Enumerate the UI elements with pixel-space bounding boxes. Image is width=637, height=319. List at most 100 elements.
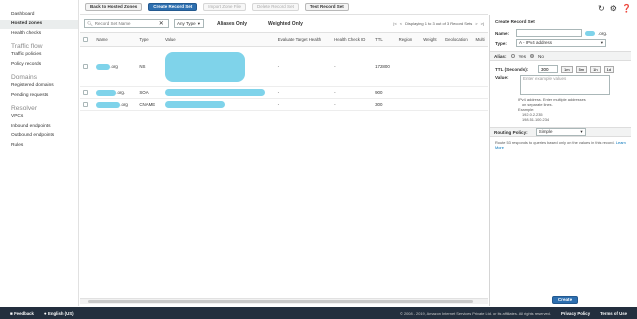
pager-text: Displaying 1 to 3 out of 3 Record Sets	[405, 21, 473, 26]
scrollbar-thumb[interactable]	[88, 300, 473, 303]
record-type: NS	[136, 46, 162, 87]
column-header-geolocation[interactable]: Geolocation	[441, 32, 473, 47]
column-header-eval-target-health[interactable]: Evaluate Target Health	[274, 32, 332, 47]
sidebar-item-outbound-endpoints[interactable]: Outbound endpoints	[0, 132, 78, 142]
row-checkbox[interactable]	[83, 89, 88, 95]
delete-record-set-button[interactable]: Delete Record Set	[252, 3, 299, 11]
search-input[interactable]	[94, 21, 157, 26]
sidebar-section-traffic-flow: Traffic flow	[11, 42, 43, 50]
footer: ■ Feedback ● English (US) © 2008 - 2019,…	[0, 307, 637, 319]
table-row[interactable]: .org. SOA - - 900	[80, 86, 488, 99]
record-ttl: 900	[372, 86, 396, 99]
record-ttl: 172800	[372, 46, 396, 87]
copyright: © 2008 - 2019, Amazon Internet Services …	[400, 310, 551, 316]
redacted-blur	[96, 89, 117, 96]
privacy-policy-link[interactable]: Privacy Policy	[561, 311, 590, 316]
ttl-label: TTL (Seconds):	[495, 66, 529, 72]
column-header-type[interactable]: Type	[136, 32, 162, 47]
name-label: Name:	[495, 30, 510, 36]
next-page-icon[interactable]: >	[475, 21, 477, 26]
select-all-checkbox-cell[interactable]	[80, 32, 94, 47]
ttl-1d-button[interactable]: 1d	[603, 65, 615, 73]
column-header-health-check-id[interactable]: Health Check ID	[331, 32, 373, 47]
alias-section: Alias: Yes No	[490, 51, 631, 61]
record-eval-health: -	[274, 46, 332, 87]
column-header-name[interactable]: Name	[93, 32, 137, 47]
gear-icon[interactable]: ⚙	[610, 4, 617, 13]
column-header-ttl[interactable]: TTL	[372, 32, 396, 47]
alias-no-radio[interactable]	[530, 54, 535, 58]
redacted-blur	[96, 63, 111, 70]
checkbox[interactable]	[83, 36, 88, 42]
sidebar: Dashboard Hosted zones Health checks Tra…	[0, 0, 79, 306]
row-checkbox[interactable]	[83, 63, 88, 69]
column-header-multi[interactable]: Multi	[472, 32, 488, 47]
chevron-down-icon: ▾	[197, 21, 200, 26]
refresh-icon[interactable]: ↻	[598, 4, 605, 13]
alias-label: Alias:	[494, 53, 507, 59]
aliases-only-filter[interactable]: Aliases Only	[209, 21, 255, 27]
type-value: A - IPv4 address	[519, 40, 553, 45]
table-row[interactable]: .org CNAME - - 300	[80, 98, 488, 111]
top-right-icons: ↻ ⚙ ❓	[598, 4, 632, 13]
help-icon[interactable]: ❓	[622, 4, 632, 13]
alias-yes-label: Yes	[518, 53, 527, 59]
sidebar-section-domains: Domains	[11, 73, 38, 81]
record-eval-health: -	[274, 86, 332, 99]
alias-yes-radio[interactable]	[510, 54, 515, 58]
last-page-icon[interactable]: >|	[481, 21, 484, 26]
weighted-only-filter[interactable]: Weighted Only	[260, 21, 311, 27]
record-set-search[interactable]: 🔍︎ ✕	[84, 19, 169, 28]
sidebar-item-rules[interactable]: Rules	[0, 141, 78, 151]
sidebar-item-registered-domains[interactable]: Registered domains	[0, 82, 78, 92]
sidebar-item-health-checks[interactable]: Health checks	[0, 29, 78, 39]
chevron-down-icon: ▾	[580, 129, 583, 134]
sidebar-item-dashboard[interactable]: Dashboard	[0, 10, 78, 20]
record-eval-health: -	[274, 98, 332, 111]
first-page-icon[interactable]: |<	[393, 21, 396, 26]
create-button[interactable]: Create	[552, 296, 578, 304]
column-header-value[interactable]: Value	[161, 32, 275, 47]
clear-icon[interactable]: ✕	[159, 20, 164, 27]
column-header-weight[interactable]: Weight	[420, 32, 442, 47]
ttl-1m-button[interactable]: 1m	[561, 65, 573, 73]
any-type-select[interactable]: Any Type ▾	[174, 19, 204, 28]
sidebar-item-traffic-policies[interactable]: Traffic policies	[0, 51, 78, 61]
terms-of-use-link[interactable]: Terms of Use	[600, 311, 637, 316]
language-label: English (US)	[47, 310, 74, 316]
record-type: SOA	[136, 86, 162, 99]
ttl-input[interactable]	[538, 65, 558, 73]
record-name: .org.	[116, 89, 126, 95]
sidebar-item-inbound-endpoints[interactable]: Inbound endpoints	[0, 122, 78, 132]
test-record-set-button[interactable]: Test Record Set	[304, 3, 349, 11]
type-select[interactable]: A - IPv4 address ▾	[516, 39, 606, 47]
routing-policy-select[interactable]: Simple ▾	[535, 128, 586, 136]
sidebar-item-vpcs[interactable]: VPCs	[0, 113, 78, 123]
ttl-5m-button[interactable]: 5m	[575, 65, 588, 73]
create-record-set-button[interactable]: Create Record Set	[148, 3, 198, 11]
value-placeholder: Enter example values	[523, 76, 567, 81]
sidebar-item-policy-records[interactable]: Policy records	[0, 60, 78, 70]
language-selector[interactable]: ● English (US)	[44, 311, 74, 316]
horizontal-scrollbar[interactable]	[80, 298, 488, 304]
record-name: .org	[120, 101, 128, 107]
chevron-down-icon: ▾	[600, 40, 603, 45]
name-input[interactable]	[516, 29, 582, 37]
record-name: .org	[110, 63, 118, 69]
type-label: Type:	[495, 40, 507, 46]
back-to-hosted-zones-button[interactable]: Back to Hosted Zones	[85, 3, 143, 11]
value-textarea[interactable]: Enter example values	[520, 75, 610, 95]
feedback-label: Feedback	[14, 310, 34, 316]
ttl-1h-button[interactable]: 1h	[590, 65, 601, 73]
alias-no-label: No	[538, 53, 544, 59]
redacted-value-blur	[164, 89, 265, 96]
sidebar-item-pending-requests[interactable]: Pending requests	[0, 91, 78, 101]
feedback-link[interactable]: ■ Feedback	[10, 311, 34, 316]
import-zone-file-button[interactable]: Import Zone File	[203, 3, 247, 11]
prev-page-icon[interactable]: <	[400, 21, 402, 26]
redacted-value-blur	[164, 51, 245, 82]
row-checkbox[interactable]	[83, 101, 88, 107]
sidebar-item-hosted-zones[interactable]: Hosted zones	[0, 19, 78, 29]
table-row[interactable]: .org NS - - 172800	[80, 46, 488, 87]
column-header-region[interactable]: Region	[395, 32, 421, 47]
